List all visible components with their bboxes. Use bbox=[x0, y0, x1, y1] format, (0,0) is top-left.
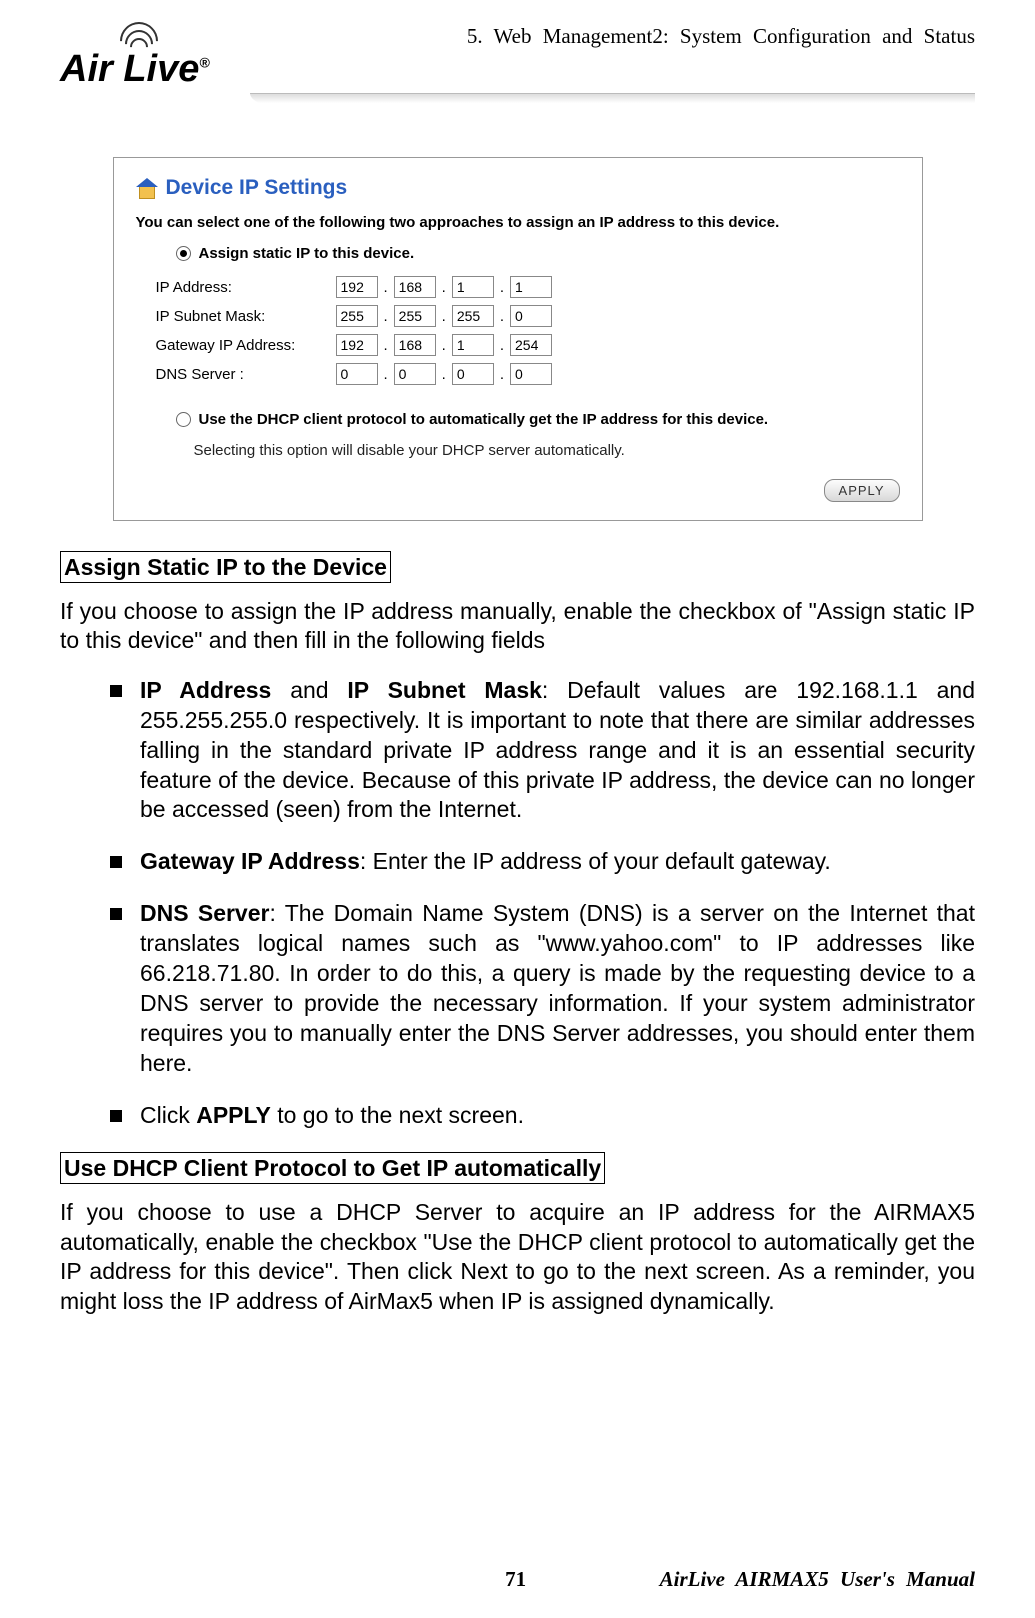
dns-label: DNS Server : bbox=[156, 366, 336, 383]
brand-logo: Air Live® bbox=[60, 20, 210, 91]
ip-octet-4[interactable]: 1 bbox=[510, 276, 552, 298]
bullet-ip-subnet: IP Address and IP Subnet Mask: Default v… bbox=[110, 676, 975, 825]
ip-octet-3[interactable]: 1 bbox=[452, 276, 494, 298]
subnet-mask-label: IP Subnet Mask: bbox=[156, 308, 336, 325]
gateway-label: Gateway IP Address: bbox=[156, 337, 336, 354]
bullet-apply: Click APPLY to go to the next screen. bbox=[110, 1101, 975, 1131]
dns-octet-4[interactable]: 0 bbox=[510, 363, 552, 385]
gw-octet-4[interactable]: 254 bbox=[510, 334, 552, 356]
device-ip-settings-screenshot: Device IP Settings You can select one of… bbox=[113, 157, 923, 521]
logo-registered: ® bbox=[199, 54, 209, 70]
ip-octet-1[interactable]: 192 bbox=[336, 276, 378, 298]
bullet-gateway: Gateway IP Address: Enter the IP address… bbox=[110, 847, 975, 877]
radio-use-dhcp[interactable]: Use the DHCP client protocol to automati… bbox=[176, 411, 900, 428]
mask-octet-4[interactable]: 0 bbox=[510, 305, 552, 327]
bullet-dns: DNS Server: The Domain Name System (DNS)… bbox=[110, 899, 975, 1078]
radio-assign-static[interactable]: Assign static IP to this device. bbox=[176, 245, 900, 262]
ip-address-label: IP Address: bbox=[156, 279, 336, 296]
page-footer: 71 AirLive AIRMAX5 User's Manual bbox=[60, 1567, 975, 1592]
home-icon bbox=[136, 178, 158, 198]
radio-icon bbox=[176, 246, 191, 261]
ip-octet-2[interactable]: 168 bbox=[394, 276, 436, 298]
section2-para: If you choose to use a DHCP Server to ac… bbox=[60, 1198, 975, 1316]
dns-octet-2[interactable]: 0 bbox=[394, 363, 436, 385]
section1-bullet-list: IP Address and IP Subnet Mask: Default v… bbox=[60, 676, 975, 1131]
section1-heading: Assign Static IP to the Device bbox=[60, 551, 391, 583]
radio-static-label: Assign static IP to this device. bbox=[199, 245, 415, 262]
section2-heading: Use DHCP Client Protocol to Get IP autom… bbox=[60, 1152, 605, 1184]
mask-octet-1[interactable]: 255 bbox=[336, 305, 378, 327]
page-number: 71 bbox=[505, 1567, 526, 1592]
mask-octet-3[interactable]: 255 bbox=[452, 305, 494, 327]
chapter-heading: 5. Web Management2: System Configuration… bbox=[467, 20, 975, 49]
dns-octet-3[interactable]: 0 bbox=[452, 363, 494, 385]
section1-para: If you choose to assign the IP address m… bbox=[60, 597, 975, 656]
apply-button[interactable]: APPLY bbox=[824, 479, 900, 502]
panel-intro-text: You can select one of the following two … bbox=[136, 214, 900, 231]
radio-dhcp-label: Use the DHCP client protocol to automati… bbox=[199, 411, 769, 428]
gw-octet-1[interactable]: 192 bbox=[336, 334, 378, 356]
panel-title: Device IP Settings bbox=[166, 176, 348, 200]
gw-octet-3[interactable]: 1 bbox=[452, 334, 494, 356]
gw-octet-2[interactable]: 168 bbox=[394, 334, 436, 356]
radio-icon bbox=[176, 412, 191, 427]
manual-title: AirLive AIRMAX5 User's Manual bbox=[660, 1567, 975, 1592]
header-divider bbox=[250, 93, 975, 107]
dns-octet-1[interactable]: 0 bbox=[336, 363, 378, 385]
mask-octet-2[interactable]: 255 bbox=[394, 305, 436, 327]
dhcp-note-text: Selecting this option will disable your … bbox=[194, 442, 900, 459]
